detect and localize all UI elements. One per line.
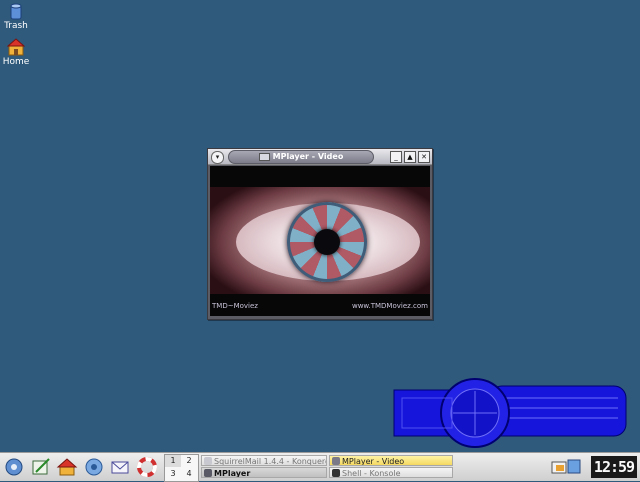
video-caption-left: TMD~Moviez <box>212 302 258 310</box>
konqueror-icon <box>204 457 212 465</box>
trash-label: Trash <box>4 21 28 31</box>
close-button[interactable]: ✕ <box>418 151 430 163</box>
trash-desktop-icon[interactable]: Trash <box>0 2 36 31</box>
taskbar: 1 2 3 4 SquirrelMail 1.4.4 - Konqueror M… <box>0 452 640 482</box>
trash-icon <box>7 2 25 20</box>
tray-icon <box>551 459 581 474</box>
taskbar-clock[interactable]: 12:59 <box>591 456 637 478</box>
maximize-button[interactable]: ▲ <box>404 151 416 163</box>
desktop-2[interactable]: 2 <box>181 455 197 467</box>
window-menu-button[interactable]: ▾ <box>211 151 224 164</box>
task-label: MPlayer <box>214 469 251 478</box>
mail-icon[interactable] <box>109 456 131 478</box>
editor-icon[interactable] <box>30 456 52 478</box>
konsole-icon <box>332 469 340 477</box>
kde-menu-icon[interactable] <box>3 456 25 478</box>
task-mplayer[interactable]: MPlayer <box>201 467 327 478</box>
help-icon[interactable] <box>136 456 158 478</box>
video-frame <box>210 187 430 294</box>
desktop-1[interactable]: 1 <box>165 455 181 467</box>
mplayer-icon <box>332 457 340 465</box>
mplayer-icon <box>204 469 212 477</box>
settings-icon[interactable] <box>83 456 105 478</box>
home-label: Home <box>2 57 30 67</box>
home-icon[interactable] <box>56 456 78 478</box>
mplayer-window[interactable]: ▾ MPlayer - Video _ ▲ ✕ TMD~Moviez www.T… <box>207 148 433 320</box>
window-title-pill: MPlayer - Video <box>228 150 374 164</box>
video-caption-right: www.TMDMoviez.com <box>351 302 428 310</box>
clock-widget[interactable] <box>390 378 630 448</box>
home-folder-icon <box>6 38 26 56</box>
window-app-icon <box>258 152 270 161</box>
desktop-3[interactable]: 3 <box>165 468 181 480</box>
window-title: MPlayer - Video <box>272 152 344 161</box>
home-desktop-icon[interactable]: Home <box>0 38 36 67</box>
task-squirrelmail[interactable]: SquirrelMail 1.4.4 - Konqueror <box>201 455 327 466</box>
window-titlebar[interactable]: ▾ MPlayer - Video _ ▲ ✕ <box>208 149 432 165</box>
widget-graphic <box>393 378 627 448</box>
task-label: MPlayer - Video <box>342 457 405 466</box>
minimize-button[interactable]: _ <box>390 151 402 163</box>
task-label: Shell - Konsole <box>342 469 401 478</box>
task-label: SquirrelMail 1.4.4 - Konqueror <box>214 457 327 466</box>
eye-pupil <box>314 229 340 255</box>
video-area[interactable]: TMD~Moviez www.TMDMoviez.com <box>210 166 430 316</box>
task-konsole[interactable]: Shell - Konsole <box>329 467 453 478</box>
desktop-4[interactable]: 4 <box>181 468 197 480</box>
desktop-pager[interactable]: 1 2 3 4 <box>164 454 199 482</box>
task-mplayer-video[interactable]: MPlayer - Video <box>329 455 453 466</box>
system-tray[interactable] <box>550 457 584 477</box>
